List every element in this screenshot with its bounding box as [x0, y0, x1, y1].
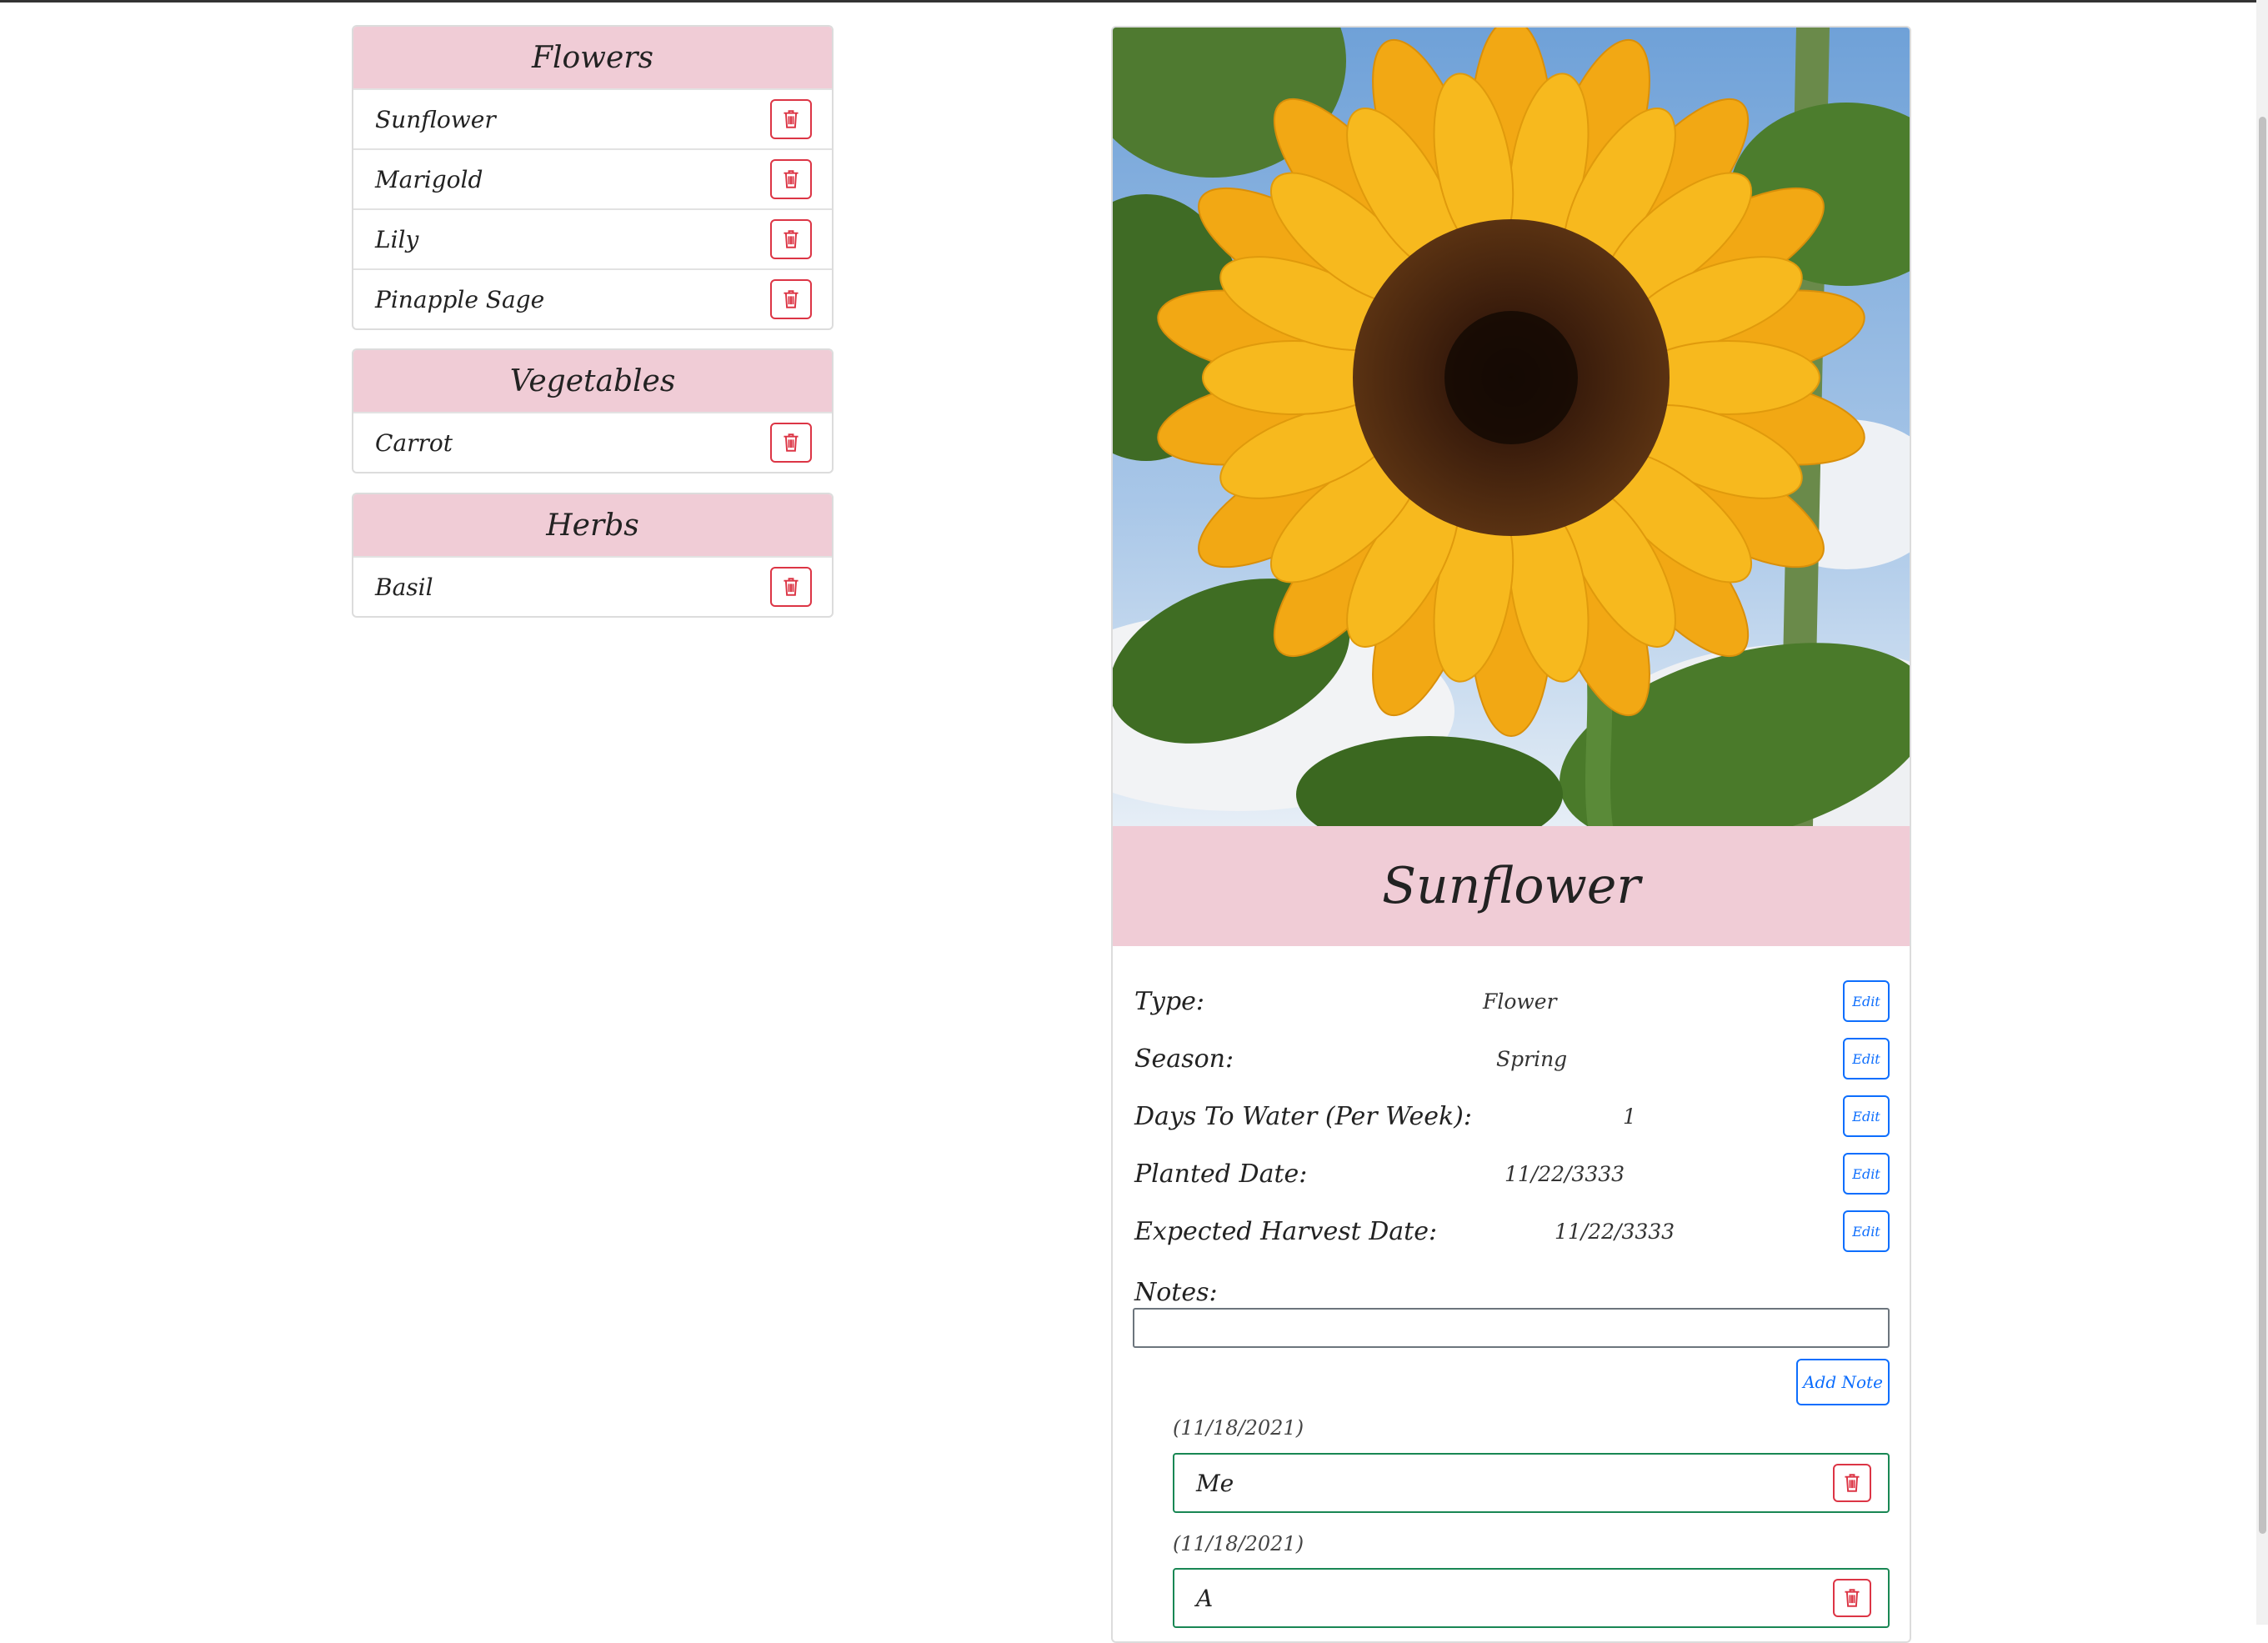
add-note-button[interactable]: Add Note	[1796, 1359, 1890, 1405]
plant-photo	[1113, 28, 1910, 826]
plant-item-pinapple-sage[interactable]: Pinapple Sage	[353, 268, 832, 328]
scrollbar-thumb[interactable]	[2259, 117, 2266, 1534]
field-value: 1	[1623, 1104, 1636, 1129]
field-value: Spring	[1496, 1046, 1568, 1071]
top-border	[0, 0, 2268, 3]
delete-button[interactable]	[770, 99, 812, 139]
field-label: Planted Date:	[1134, 1159, 1308, 1189]
plant-title: Sunflower	[1113, 826, 1910, 946]
category-title: Vegetables	[353, 350, 832, 412]
field-season: Season: Spring Edit	[1134, 1035, 1890, 1082]
note-date: (11/18/2021)	[1173, 1532, 1304, 1555]
trash-icon	[784, 230, 799, 248]
category-card-flowers: Flowers Sunflower Marigold Lily Pinapple…	[352, 25, 834, 330]
edit-season-button[interactable]: Edit	[1843, 1038, 1890, 1079]
category-card-herbs: Herbs Basil	[352, 493, 834, 618]
field-label: Season:	[1134, 1044, 1234, 1074]
plant-item-carrot[interactable]: Carrot	[353, 412, 832, 472]
delete-button[interactable]	[770, 423, 812, 463]
delete-button[interactable]	[770, 219, 812, 259]
category-title: Flowers	[353, 27, 832, 88]
note-text: Me	[1196, 1469, 1234, 1497]
category-title: Herbs	[353, 494, 832, 556]
trash-icon	[784, 110, 799, 128]
field-value: Flower	[1483, 989, 1557, 1014]
note-input[interactable]	[1133, 1308, 1890, 1348]
field-days-to-water: Days To Water (Per Week): 1 Edit	[1134, 1093, 1890, 1140]
edit-type-button[interactable]: Edit	[1843, 980, 1890, 1022]
field-label: Days To Water (Per Week):	[1134, 1101, 1472, 1131]
plant-item-lily[interactable]: Lily	[353, 208, 832, 268]
trash-icon	[1845, 1589, 1860, 1607]
edit-planted-date-button[interactable]: Edit	[1843, 1153, 1890, 1195]
plant-name: Carrot	[375, 428, 453, 457]
field-label: Expected Harvest Date:	[1134, 1216, 1438, 1246]
notes-label: Notes:	[1134, 1278, 1218, 1307]
delete-button[interactable]	[770, 279, 812, 319]
field-expected-harvest-date: Expected Harvest Date: 11/22/3333 Edit	[1134, 1208, 1890, 1255]
note-date: (11/18/2021)	[1173, 1416, 1304, 1440]
note-item: Me	[1173, 1453, 1890, 1513]
plant-item-marigold[interactable]: Marigold	[353, 148, 832, 208]
trash-icon	[784, 170, 799, 188]
plant-name: Basil	[375, 573, 433, 601]
trash-icon	[1845, 1474, 1860, 1492]
plant-item-basil[interactable]: Basil	[353, 556, 832, 616]
plant-item-sunflower[interactable]: Sunflower	[353, 88, 832, 148]
plant-name: Pinapple Sage	[375, 285, 545, 313]
field-planted-date: Planted Date: 11/22/3333 Edit	[1134, 1150, 1890, 1197]
plant-name: Sunflower	[375, 105, 496, 133]
note-text: A	[1196, 1584, 1214, 1612]
trash-icon	[784, 578, 799, 596]
trash-icon	[784, 433, 799, 452]
plant-detail-card: Sunflower Type: Flower Edit Season: Spri…	[1111, 26, 1911, 1643]
field-label: Type:	[1134, 986, 1205, 1016]
delete-button[interactable]	[770, 159, 812, 199]
trash-icon	[784, 290, 799, 308]
edit-harvest-date-button[interactable]: Edit	[1843, 1210, 1890, 1252]
note-item: A	[1173, 1568, 1890, 1628]
category-card-vegetables: Vegetables Carrot	[352, 348, 834, 473]
plant-name: Lily	[375, 225, 419, 253]
edit-days-to-water-button[interactable]: Edit	[1843, 1095, 1890, 1137]
page-scrollbar[interactable]	[2256, 0, 2268, 1625]
field-value: 11/22/3333	[1504, 1161, 1625, 1186]
delete-button[interactable]	[770, 567, 812, 607]
field-value: 11/22/3333	[1555, 1219, 1675, 1244]
delete-note-button[interactable]	[1833, 1464, 1871, 1502]
field-type: Type: Flower Edit	[1134, 978, 1890, 1024]
delete-note-button[interactable]	[1833, 1579, 1871, 1617]
plant-name: Marigold	[375, 165, 483, 193]
